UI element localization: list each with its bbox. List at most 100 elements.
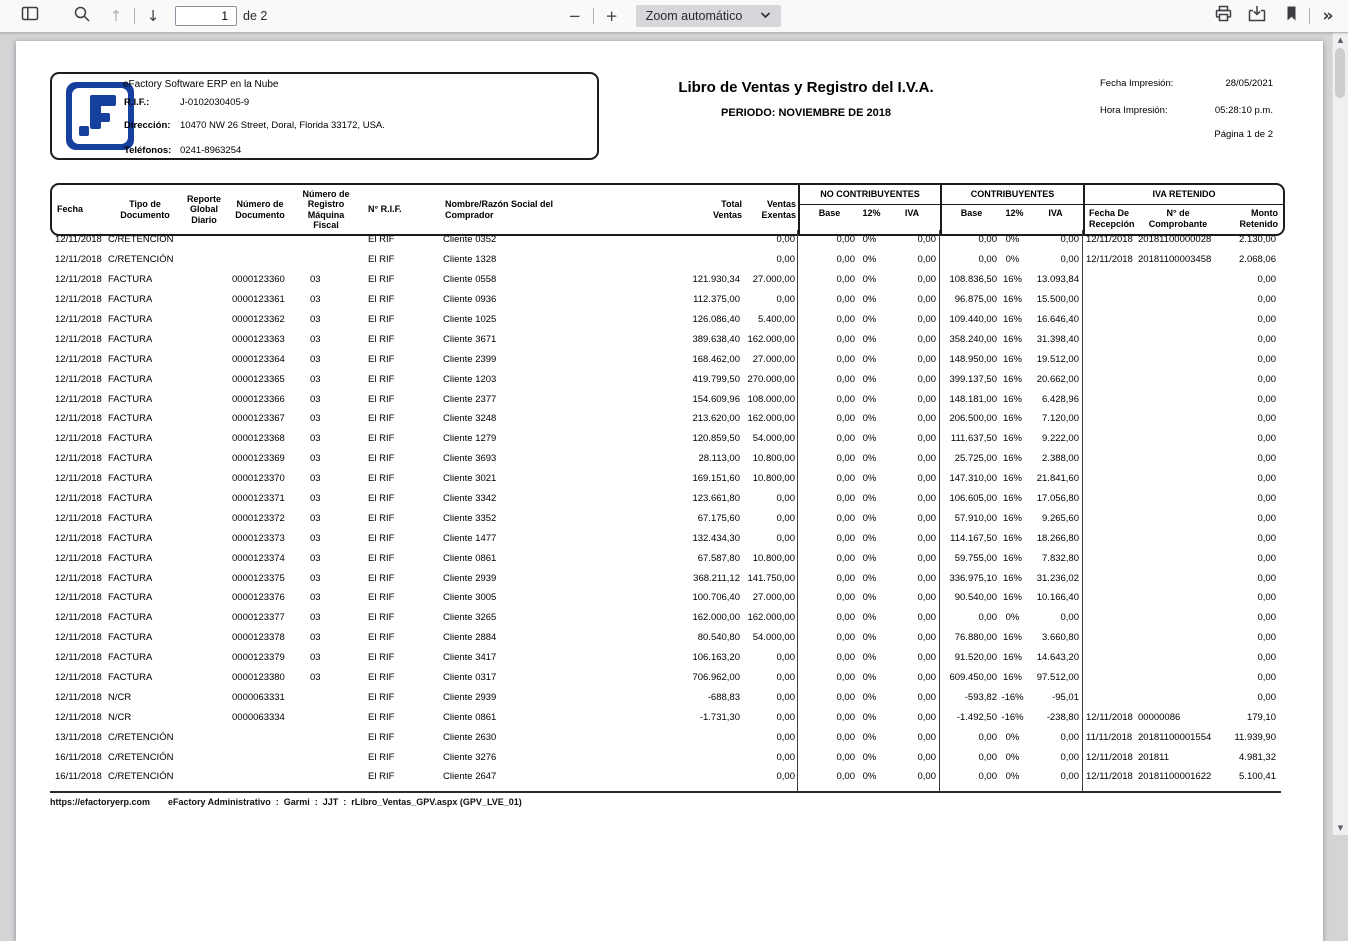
total-ventas: 67.175,60	[640, 508, 742, 528]
vertical-scrollbar[interactable]: ▲ ▼	[1332, 33, 1348, 835]
c-iva: 9.222,00	[1026, 429, 1082, 449]
monto-retenido: 0,00	[1216, 469, 1281, 489]
nc-base: 0,00	[797, 747, 857, 767]
save-button[interactable]	[1243, 3, 1271, 29]
numero-documento: 0000123361	[226, 290, 290, 310]
ventas-exentas: 108.000,00	[742, 389, 797, 409]
reporte-global-diario	[178, 508, 226, 528]
nc-base: 0,00	[797, 349, 857, 369]
numero-comprobante	[1136, 668, 1216, 688]
c-iva: 10.166,40	[1026, 588, 1082, 608]
numero-documento	[226, 767, 290, 787]
fecha: 12/11/2018	[50, 707, 108, 727]
current-view-button[interactable]	[1277, 3, 1305, 29]
c-base: 336.975,10	[939, 568, 999, 588]
rif: El RIF	[358, 389, 438, 409]
page-number-input[interactable]	[175, 6, 237, 26]
fecha-recepcion: 12/11/2018	[1082, 767, 1136, 787]
nc-pct: 0%	[857, 568, 882, 588]
scrollbar-thumb[interactable]	[1335, 48, 1345, 98]
c-iva: 0,00	[1026, 608, 1082, 628]
header-ventas-exentas: Ventas Exentas	[744, 185, 799, 234]
rif: El RIF	[358, 310, 438, 330]
reporte-global-diario	[178, 548, 226, 568]
c-base: 59.755,00	[939, 548, 999, 568]
total-ventas: 67.587,80	[640, 548, 742, 568]
minus-icon: −	[568, 9, 581, 24]
total-ventas	[640, 230, 742, 250]
sidebar-toggle-button[interactable]	[16, 3, 44, 29]
nc-base: 0,00	[797, 608, 857, 628]
nc-base: 0,00	[797, 508, 857, 528]
nombre-comprador: Cliente 2939	[438, 687, 640, 707]
numero-comprobante: 20181100001622	[1136, 767, 1216, 787]
nc-base: 0,00	[797, 707, 857, 727]
numero-registro-maquina-fiscal: 03	[290, 429, 358, 449]
toolbar-divider	[1309, 8, 1310, 24]
scroll-up-icon[interactable]: ▲	[1333, 36, 1348, 44]
numero-registro-maquina-fiscal	[290, 250, 358, 270]
table-row: 12/11/2018C/RETENCIÓNEl RIFCliente 13280…	[50, 250, 1281, 270]
nc-iva: 0,00	[882, 648, 939, 668]
c-pct: 0%	[999, 608, 1026, 628]
sales-table-header: Fecha Tipo de Documento Reporte Global D…	[50, 183, 1285, 236]
fecha: 12/11/2018	[50, 508, 108, 528]
nombre-comprador: Cliente 3693	[438, 449, 640, 469]
nc-pct: 0%	[857, 369, 882, 389]
nc-iva: 0,00	[882, 369, 939, 389]
nc-iva: 0,00	[882, 628, 939, 648]
numero-comprobante	[1136, 409, 1216, 429]
numero-registro-maquina-fiscal: 03	[290, 310, 358, 330]
tipo-documento: FACTURA	[108, 449, 178, 469]
numero-documento: 0000123369	[226, 449, 290, 469]
zoom-select-value: Zoom automático	[646, 9, 743, 23]
fecha-recepcion	[1082, 528, 1136, 548]
nc-pct: 0%	[857, 230, 882, 250]
search-button[interactable]	[68, 3, 96, 29]
nc-pct: 0%	[857, 270, 882, 290]
numero-comprobante	[1136, 429, 1216, 449]
c-pct: 16%	[999, 508, 1026, 528]
c-pct: 16%	[999, 628, 1026, 648]
fecha: 12/11/2018	[50, 310, 108, 330]
c-iva: 19.512,00	[1026, 349, 1082, 369]
tools-menu-button[interactable]: »	[1314, 3, 1342, 29]
down-arrow-icon: ↓	[147, 9, 160, 24]
nc-pct: 0%	[857, 508, 882, 528]
ventas-exentas: 270.000,00	[742, 369, 797, 389]
total-ventas: 106.163,20	[640, 648, 742, 668]
nombre-comprador: Cliente 3248	[438, 409, 640, 429]
c-iva: 16.646,40	[1026, 310, 1082, 330]
fecha: 16/11/2018	[50, 747, 108, 767]
reporte-global-diario	[178, 528, 226, 548]
tipo-documento: C/RETENCIÓN	[108, 747, 178, 767]
fecha-recepcion	[1082, 687, 1136, 707]
nc-base: 0,00	[797, 469, 857, 489]
zoom-in-button[interactable]: +	[598, 3, 626, 29]
monto-retenido: 0,00	[1216, 429, 1281, 449]
c-iva: 21.841,60	[1026, 469, 1082, 489]
reporte-global-diario	[178, 449, 226, 469]
print-time-label: Hora Impresión:	[1100, 105, 1168, 116]
nc-iva: 0,00	[882, 548, 939, 568]
c-base: 0,00	[939, 230, 999, 250]
reporte-global-diario	[178, 628, 226, 648]
nc-pct: 0%	[857, 687, 882, 707]
efactory-logo-icon	[66, 82, 134, 150]
scroll-down-icon[interactable]: ▼	[1333, 824, 1348, 832]
zoom-select[interactable]: Zoom automático	[636, 5, 782, 27]
fecha-recepcion: 12/11/2018	[1082, 747, 1136, 767]
fecha-recepcion: 12/11/2018	[1082, 250, 1136, 270]
zoom-out-button[interactable]: −	[561, 3, 589, 29]
phones-value: 0241-8963254	[180, 145, 241, 156]
c-base: 57.910,00	[939, 508, 999, 528]
print-date-value: 28/05/2021	[1225, 78, 1273, 89]
fecha-recepcion	[1082, 508, 1136, 528]
nombre-comprador: Cliente 2884	[438, 628, 640, 648]
nc-iva: 0,00	[882, 489, 939, 509]
print-button[interactable]	[1209, 3, 1237, 29]
previous-page-button[interactable]: ↑	[102, 3, 130, 29]
nc-pct: 0%	[857, 469, 882, 489]
fecha-recepcion	[1082, 548, 1136, 568]
next-page-button[interactable]: ↓	[139, 3, 167, 29]
